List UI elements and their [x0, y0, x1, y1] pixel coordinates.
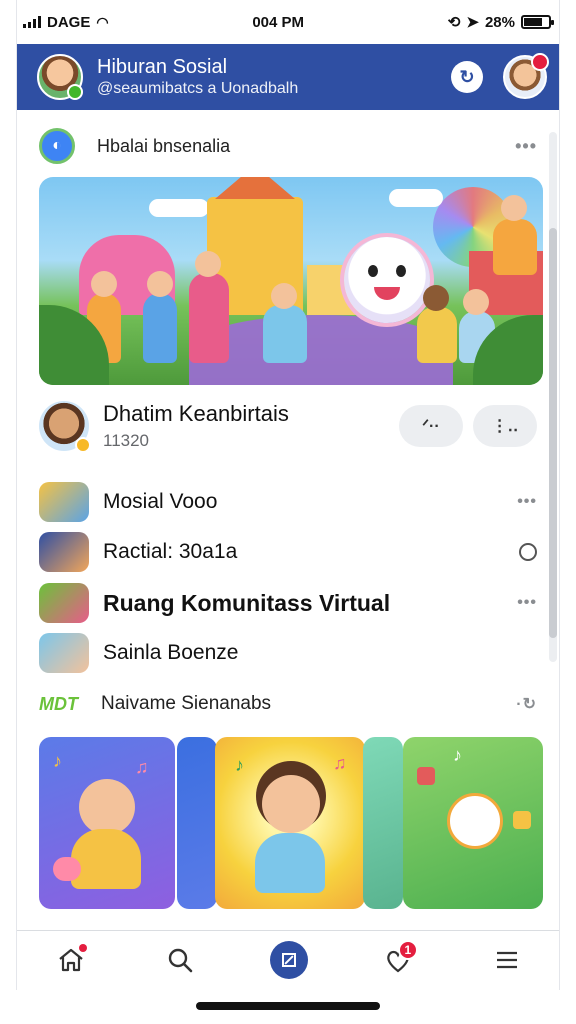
character-body — [71, 829, 141, 889]
scrollbar[interactable] — [549, 132, 557, 662]
more-options-icon[interactable]: ••• — [517, 493, 537, 511]
child-head — [91, 271, 117, 297]
menu-icon — [496, 951, 517, 968]
list-item-label: Mosial Vooo — [103, 490, 218, 513]
list-item-label: Ruang Komunitass Virtual — [103, 589, 391, 616]
notification-dot-icon — [531, 53, 549, 71]
radio-icon[interactable] — [519, 543, 537, 561]
list-item[interactable]: Mosial Vooo ••• — [39, 482, 537, 522]
sticker-icon — [417, 767, 435, 785]
child-head — [463, 289, 489, 315]
castle-roof — [215, 177, 295, 199]
gallery-card-edge[interactable] — [363, 737, 403, 909]
notification-count-badge: 1 — [397, 939, 418, 960]
list-thumbnail — [39, 633, 89, 673]
woman-figure — [189, 273, 229, 363]
sticker-icon — [513, 811, 531, 829]
online-badge-icon — [67, 84, 83, 100]
tab-notifications[interactable]: 1 — [370, 938, 426, 982]
tab-home[interactable] — [43, 938, 99, 982]
badge-icon — [75, 437, 91, 453]
author-avatar[interactable] — [39, 401, 91, 453]
section-header[interactable]: MDT Naivame Sienanabs ·↻ — [39, 688, 537, 720]
list-thumbnail — [39, 583, 89, 623]
messenger-avatar-button[interactable] — [503, 53, 549, 99]
woman-head — [501, 195, 527, 221]
home-indicator-dot — [79, 943, 88, 952]
character-face — [447, 793, 503, 849]
list-item[interactable]: Ruang Komunitass Virtual ••• — [39, 583, 537, 623]
location-icon: ➤ — [466, 14, 479, 31]
refresh-icon[interactable]: ·↻ — [516, 694, 537, 714]
music-note-icon: ♫ — [333, 753, 347, 773]
character-face — [79, 779, 135, 835]
section-badge: MDT — [39, 693, 78, 714]
author-count: 11320 — [103, 431, 150, 450]
orientation-lock-icon: ⟲ — [447, 14, 461, 31]
battery-percent: 28% — [484, 13, 515, 31]
gallery-card[interactable]: ♪ ♫ — [39, 737, 175, 909]
child-head — [147, 271, 173, 297]
man-head — [271, 283, 297, 309]
child-head — [423, 285, 449, 311]
woman-figure — [493, 219, 537, 275]
music-note-icon: ♫ — [135, 757, 149, 777]
app-frame: DAGE ◠ 004 PM ⟲ ➤ 28% Hiburan Sosial @se… — [16, 0, 560, 990]
man-figure — [263, 305, 307, 363]
app-header: Hiburan Sosial @seaumibatcs a Uonadbalh … — [17, 44, 559, 110]
community-icon: ◐ — [39, 128, 75, 164]
music-note-icon: ♪ — [453, 745, 462, 765]
child-figure — [417, 307, 457, 363]
tab-compose[interactable] — [261, 938, 317, 982]
share-button[interactable]: ᐟ·· — [399, 405, 463, 447]
profile-avatar[interactable] — [37, 54, 83, 100]
piggy-icon — [53, 857, 81, 881]
community-label: Hbalai bnsenalia — [97, 135, 231, 156]
post-author-row[interactable]: Dhatim Keanbirtais 11320 ᐟ·· ⋮‥ — [39, 396, 537, 456]
character-face — [262, 775, 320, 833]
page-title: Hiburan Sosial — [97, 56, 228, 78]
status-bar: DAGE ◠ 004 PM ⟲ ➤ 28% — [17, 0, 559, 44]
search-icon — [168, 948, 193, 972]
user-handle: @seaumibatcs a Uonadbalh — [97, 80, 299, 97]
music-note-icon: ♪ — [235, 755, 244, 775]
react-button[interactable]: ⋮‥ — [473, 405, 537, 447]
tab-menu[interactable] — [479, 938, 535, 982]
character-body — [255, 833, 325, 893]
woman-head — [195, 251, 221, 277]
home-indicator[interactable] — [196, 1002, 380, 1010]
list-thumbnail — [39, 482, 89, 522]
battery-icon — [520, 15, 554, 29]
media-gallery[interactable]: ♪ ♫ ♪ ♫ ♪ — [39, 737, 543, 909]
tab-search[interactable] — [152, 938, 208, 982]
more-options-icon[interactable]: ••• — [517, 594, 537, 612]
list-item-label: Ractial: 30a1a — [103, 540, 238, 563]
mascot-character — [344, 237, 430, 323]
scrollbar-thumb[interactable] — [549, 228, 557, 638]
gallery-card[interactable]: ♪ — [403, 737, 543, 909]
list-thumbnail — [39, 532, 89, 572]
music-note-icon: ♪ — [53, 751, 62, 771]
gallery-card-featured[interactable]: ♪ ♫ — [215, 737, 365, 909]
cloud — [389, 189, 443, 207]
compose-icon — [269, 940, 308, 979]
list-item[interactable]: Ractial: 30a1a — [39, 532, 537, 572]
carrier-label: DAGE — [47, 13, 91, 31]
refresh-icon[interactable]: ↻ — [451, 61, 483, 93]
more-options-icon[interactable]: ••• — [515, 136, 537, 157]
community-header[interactable]: ◐ Hbalai bnsenalia ••• — [39, 126, 537, 166]
cloud — [149, 199, 209, 217]
section-label: Naivame Sienanabs — [101, 693, 272, 714]
signal-icon — [23, 16, 41, 28]
bottom-tab-bar: 1 — [17, 930, 559, 988]
gallery-card-edge[interactable] — [177, 737, 217, 909]
child-figure — [143, 293, 177, 363]
wifi-icon: ◠ — [96, 13, 109, 30]
author-name[interactable]: Dhatim Keanbirtais — [103, 401, 389, 427]
hero-illustration[interactable] — [39, 177, 543, 385]
clock: 004 PM — [252, 13, 305, 31]
list-item[interactable]: Sainla Boenze — [39, 633, 537, 673]
list-item-label: Sainla Boenze — [103, 641, 239, 664]
